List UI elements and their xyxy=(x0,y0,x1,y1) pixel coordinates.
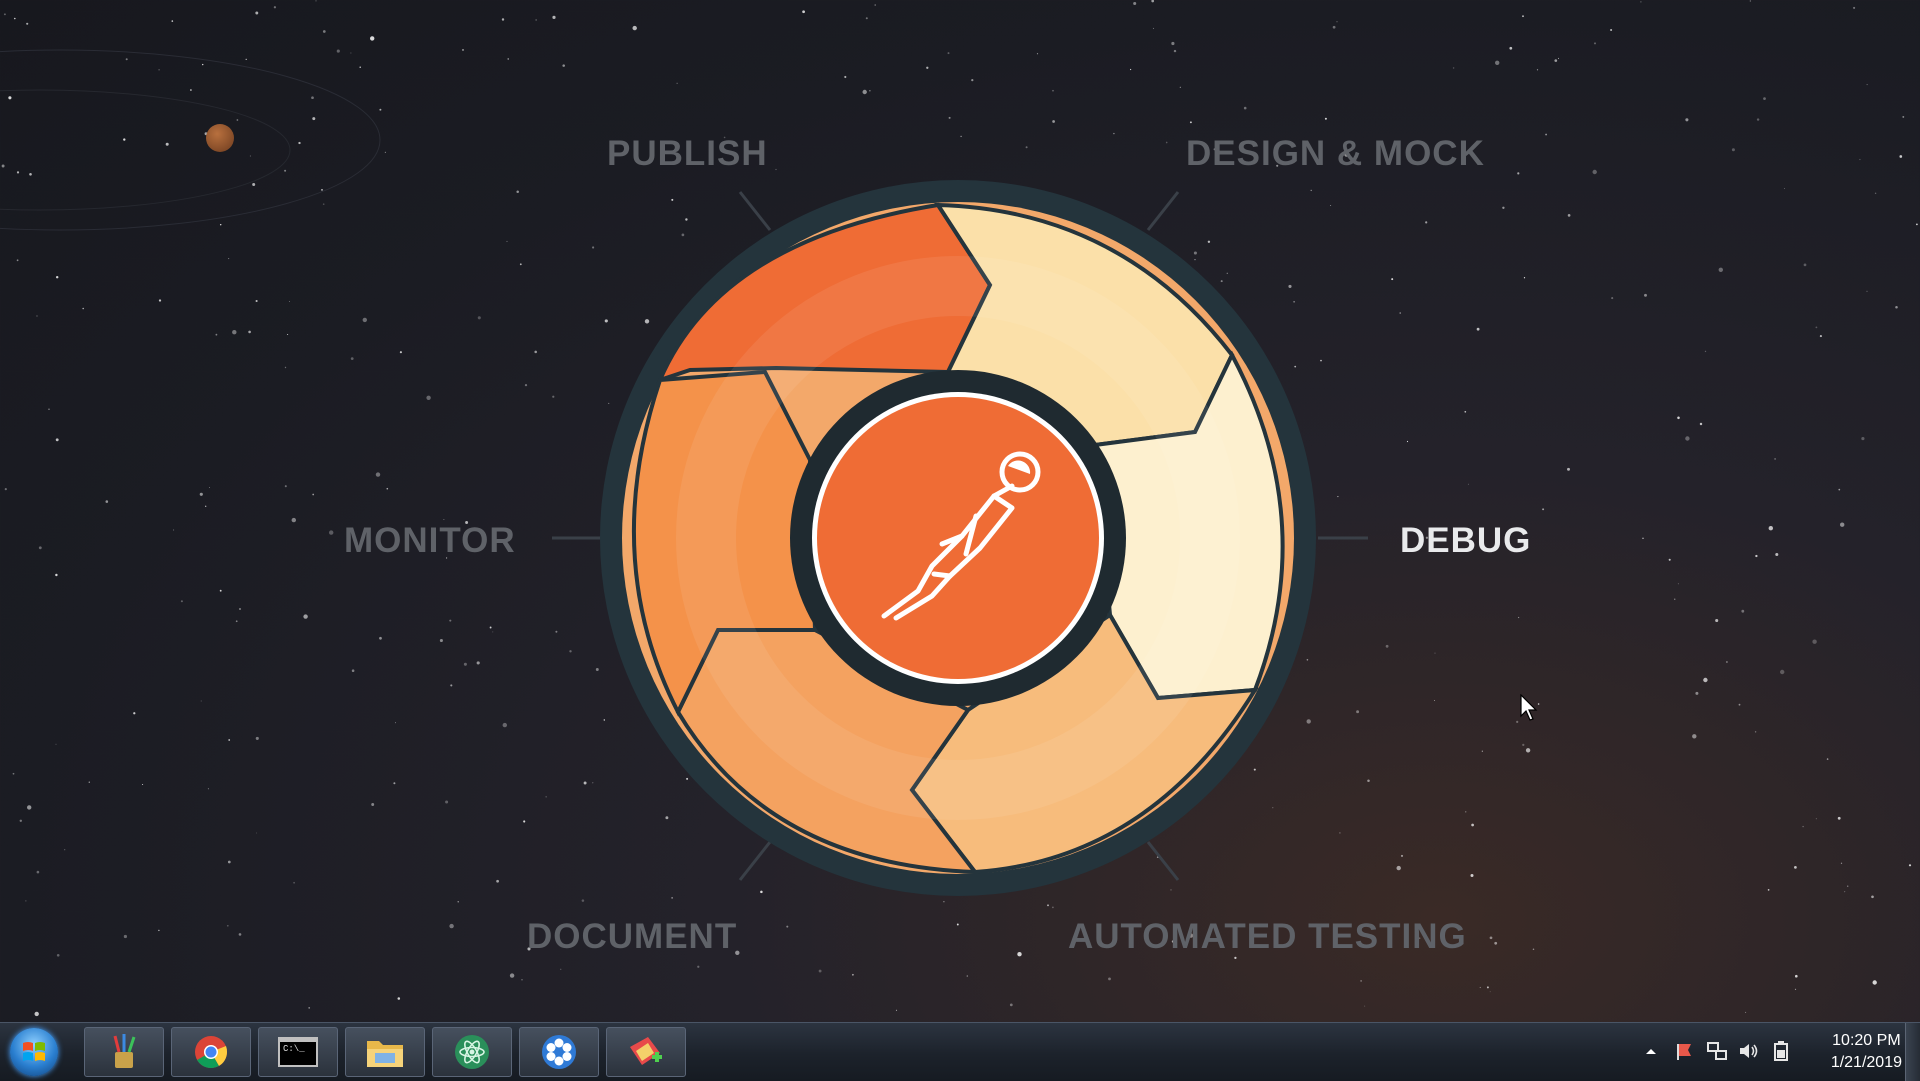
label-automated-testing: AUTOMATED TESTING xyxy=(1068,917,1467,956)
network-icon xyxy=(1707,1042,1727,1060)
flag-icon xyxy=(1677,1044,1691,1060)
atom-editor-icon xyxy=(455,1035,489,1069)
taskbar: C:\_ 10:20 PM 1/21/2019 xyxy=(0,1022,1920,1081)
power-icon xyxy=(1774,1041,1788,1061)
taskbar-atom-button[interactable] xyxy=(432,1027,512,1077)
taskbar-settings-button[interactable] xyxy=(519,1027,599,1077)
label-design-mock: DESIGN & MOCK xyxy=(1186,134,1485,173)
clock-time: 10:20 PM xyxy=(1832,1032,1901,1049)
taskbar-chrome-button[interactable] xyxy=(171,1027,251,1077)
clock-date: 1/21/2019 xyxy=(1830,1054,1902,1071)
label-monitor: MONITOR xyxy=(344,521,516,560)
settings-flower-icon xyxy=(542,1035,576,1069)
chrome-icon xyxy=(195,1036,228,1069)
command-prompt-text: C:\_ xyxy=(283,1044,305,1054)
flag-tray-icon[interactable] xyxy=(1674,1040,1696,1062)
paint-brushes-icon xyxy=(113,1034,136,1068)
mouse-cursor-icon xyxy=(1520,694,1538,721)
chevron-up-icon xyxy=(1646,1049,1656,1054)
label-publish: PUBLISH xyxy=(607,134,768,173)
network-tray-icon[interactable] xyxy=(1706,1040,1728,1062)
taskbar-paint-button[interactable] xyxy=(84,1027,164,1077)
label-document: DOCUMENT xyxy=(527,917,738,956)
show-hidden-icons-arrow[interactable] xyxy=(1640,1040,1662,1062)
taskbar-shortcut-button[interactable] xyxy=(606,1027,686,1077)
system-clock[interactable]: 10:20 PM 1/21/2019 xyxy=(1831,1030,1902,1074)
create-shortcut-icon xyxy=(630,1037,662,1065)
taskbar-cmd-button[interactable]: C:\_ xyxy=(258,1027,338,1077)
power-tray-icon[interactable] xyxy=(1770,1040,1792,1062)
show-desktop-button[interactable] xyxy=(1905,1023,1920,1081)
postman-astronaut-icon xyxy=(881,451,1041,621)
windows-logo-icon xyxy=(23,1042,45,1061)
file-explorer-icon xyxy=(367,1041,403,1067)
desktop: PUBLISH DESIGN & MOCK MONITOR DEBUG DOCU… xyxy=(0,0,1920,1022)
label-debug: DEBUG xyxy=(1400,521,1532,560)
start-button[interactable] xyxy=(10,1028,58,1076)
volume-icon xyxy=(1740,1044,1758,1058)
volume-tray-icon[interactable] xyxy=(1738,1040,1760,1062)
command-prompt-icon: C:\_ xyxy=(278,1037,318,1067)
taskbar-explorer-button[interactable] xyxy=(345,1027,425,1077)
